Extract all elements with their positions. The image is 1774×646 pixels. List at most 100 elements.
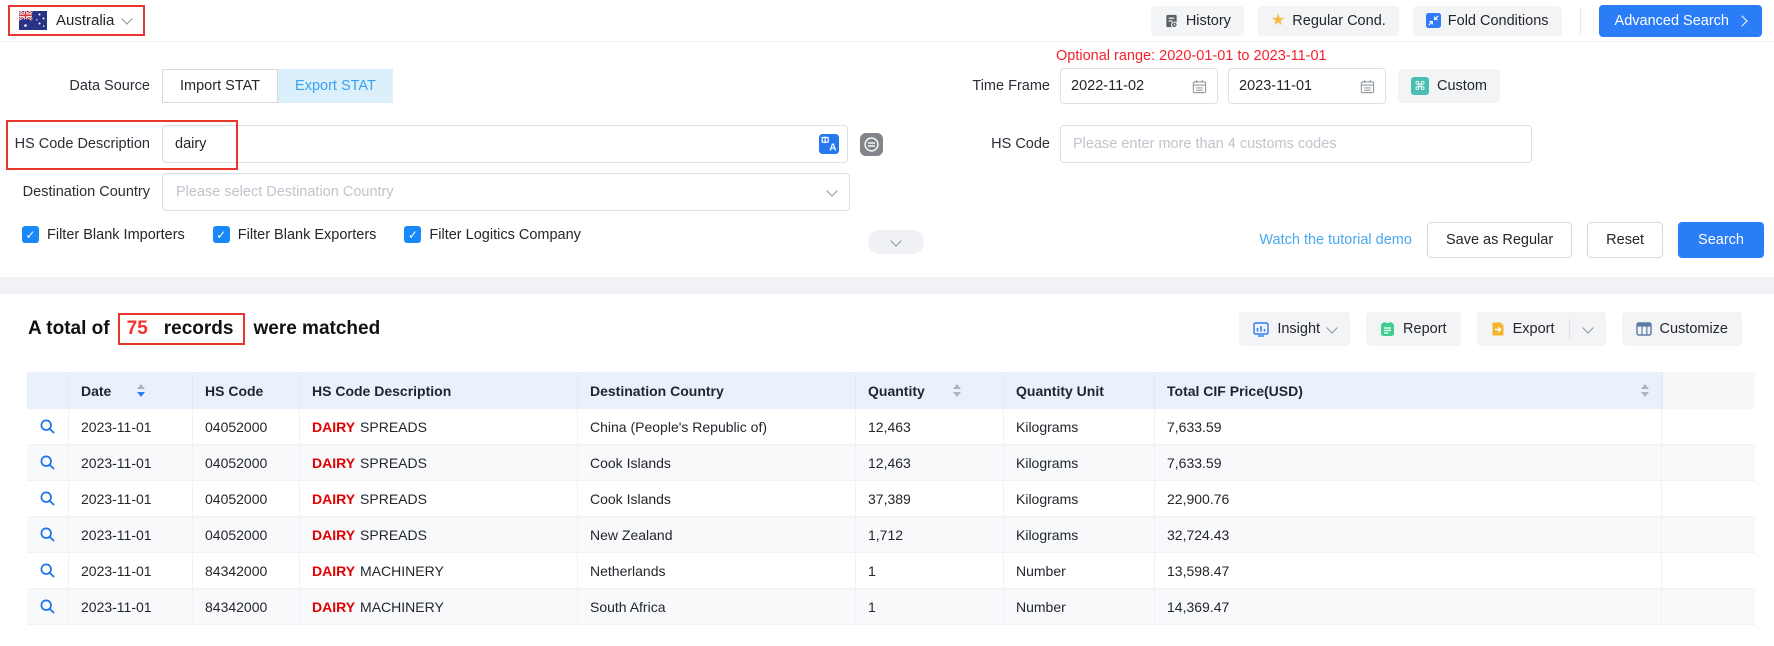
cell-quantity-unit: Kilograms xyxy=(1004,517,1155,552)
filter-blank-importers-checkbox[interactable]: Filter Blank Importers xyxy=(22,226,185,243)
destination-country-select[interactable]: Please select Destination Country xyxy=(162,173,850,211)
command-icon: ⌘ xyxy=(1411,77,1429,95)
country-name: Australia xyxy=(56,12,114,29)
filter-blank-exporters-checkbox[interactable]: Filter Blank Exporters xyxy=(213,226,377,243)
cell-quantity: 1,712 xyxy=(856,517,1004,552)
custom-range-button[interactable]: ⌘ Custom xyxy=(1398,69,1500,103)
cell-destination-country: Cook Islands xyxy=(578,481,856,516)
save-as-regular-button[interactable]: Save as Regular xyxy=(1427,222,1572,258)
topbar-actions: History ★ Regular Cond. Fold Conditions … xyxy=(1151,5,1762,37)
hs-code-input[interactable] xyxy=(1060,125,1532,163)
filter-logistics-company-checkbox[interactable]: Filter Logitics Company xyxy=(404,226,581,243)
cell-quantity: 1 xyxy=(856,589,1004,624)
row-detail-search-icon[interactable] xyxy=(39,454,56,471)
cell-total-cif-price: 22,900.76 xyxy=(1155,481,1662,516)
cell-date: 2023-11-01 xyxy=(69,409,193,444)
header-quantity[interactable]: Quantity xyxy=(856,372,1004,409)
export-button[interactable]: Export xyxy=(1477,312,1606,346)
calendar-icon xyxy=(1192,79,1207,94)
hs-description-input[interactable] xyxy=(162,125,848,163)
cell-destination-country: New Zealand xyxy=(578,517,856,552)
collapse-conditions-toggle[interactable] xyxy=(868,230,924,254)
row-detail-search-icon[interactable] xyxy=(39,598,56,615)
insight-icon xyxy=(1253,322,1269,337)
fold-conditions-button[interactable]: Fold Conditions xyxy=(1413,6,1562,36)
annotation-box-record-count: 75 records xyxy=(118,313,246,345)
cell-quantity-unit: Number xyxy=(1004,589,1155,624)
cell-empty xyxy=(1662,409,1755,444)
chevron-down-icon[interactable] xyxy=(1582,322,1593,333)
topbar: Australia History ★ Regular Cond. Fold xyxy=(0,0,1774,42)
table-body: 2023-11-01 04052000 DAIRY SPREADS China … xyxy=(27,409,1755,625)
export-icon xyxy=(1491,321,1505,337)
cell-hs-description: DAIRY SPREADS xyxy=(300,481,578,516)
chevron-down-icon xyxy=(890,235,901,246)
keyword-highlight: DAIRY xyxy=(312,527,355,543)
destination-country-label: Destination Country xyxy=(0,184,150,200)
insight-button[interactable]: Insight xyxy=(1239,312,1350,346)
chevron-down-icon xyxy=(122,13,133,24)
tab-export-stat[interactable]: Export STAT xyxy=(278,69,393,103)
regular-cond-button[interactable]: ★ Regular Cond. xyxy=(1258,6,1399,36)
cell-date: 2023-11-01 xyxy=(69,517,193,552)
row-detail-search-icon[interactable] xyxy=(39,490,56,507)
report-button[interactable]: Report xyxy=(1366,312,1461,346)
description-rest: SPREADS xyxy=(360,491,427,507)
header-icon-column xyxy=(27,372,69,409)
checkbox-checked-icon xyxy=(213,226,230,243)
header-label: HS Code xyxy=(205,383,263,399)
filter-label: Filter Logitics Company xyxy=(429,227,581,243)
cell-quantity: 12,463 xyxy=(856,445,1004,480)
table-row: 2023-11-01 04052000 DAIRY SPREADS Cook I… xyxy=(27,481,1755,517)
data-source-tabs: Import STAT Export STAT xyxy=(162,69,393,103)
keyword-highlight: DAIRY xyxy=(312,491,355,507)
reset-button[interactable]: Reset xyxy=(1587,222,1663,258)
cell-total-cif-price: 7,633.59 xyxy=(1155,445,1662,480)
country-selector[interactable]: Australia xyxy=(8,5,145,36)
cell-quantity-unit: Kilograms xyxy=(1004,445,1155,480)
calendar-icon xyxy=(1360,79,1375,94)
time-frame-label: Time Frame xyxy=(880,78,1050,94)
results-toolbar: Insight Report xyxy=(1239,312,1742,346)
customize-icon xyxy=(1636,322,1652,336)
start-date-input[interactable]: 2022-11-02 xyxy=(1060,68,1218,104)
records-summary: A total of 75 records were matched xyxy=(28,313,380,345)
header-label: Quantity Unit xyxy=(1016,383,1104,399)
sort-control[interactable] xyxy=(953,384,961,397)
insight-label: Insight xyxy=(1277,321,1320,337)
search-button[interactable]: Search xyxy=(1678,222,1764,258)
customize-button[interactable]: Customize xyxy=(1622,312,1743,346)
checkbox-checked-icon xyxy=(22,226,39,243)
table-header-row: Date HS Code HS Code Description Destina… xyxy=(27,372,1755,409)
cell-quantity: 12,463 xyxy=(856,409,1004,444)
tab-import-stat[interactable]: Import STAT xyxy=(162,69,278,103)
report-label: Report xyxy=(1403,321,1447,337)
row-detail-search-icon[interactable] xyxy=(39,526,56,543)
table-row: 2023-11-01 04052000 DAIRY SPREADS New Ze… xyxy=(27,517,1755,553)
cell-quantity: 1 xyxy=(856,553,1004,588)
cell-hs-code: 84342000 xyxy=(193,589,300,624)
history-button[interactable]: History xyxy=(1151,6,1244,36)
header-date[interactable]: Date xyxy=(69,372,193,409)
hs-description-label: HS Code Description xyxy=(0,136,150,152)
report-icon xyxy=(1380,321,1395,337)
row-detail-search-icon[interactable] xyxy=(39,562,56,579)
row-detail-search-icon[interactable] xyxy=(39,418,56,435)
sort-control[interactable] xyxy=(137,384,145,397)
optional-range-text: Optional range: 2020-01-01 to 2023-11-01 xyxy=(1056,48,1327,64)
header-total-cif-price[interactable]: Total CIF Price(USD) xyxy=(1155,372,1662,409)
history-label: History xyxy=(1186,13,1231,29)
sort-control[interactable] xyxy=(1641,384,1649,397)
cell-total-cif-price: 32,724.43 xyxy=(1155,517,1662,552)
header-hs-code: HS Code xyxy=(193,372,300,409)
tutorial-demo-link[interactable]: Watch the tutorial demo xyxy=(1259,232,1412,248)
record-count: 75 xyxy=(127,318,148,340)
cell-hs-description: DAIRY SPREADS xyxy=(300,517,578,552)
translate-icon[interactable]: A xyxy=(819,134,839,159)
results-table: Date HS Code HS Code Description Destina… xyxy=(27,372,1755,625)
end-date-input[interactable]: 2023-11-01 xyxy=(1228,68,1386,104)
cell-empty xyxy=(1662,589,1755,624)
advanced-search-button[interactable]: Advanced Search xyxy=(1599,5,1762,37)
header-quantity-unit: Quantity Unit xyxy=(1004,372,1155,409)
header-label: Quantity xyxy=(868,383,925,399)
